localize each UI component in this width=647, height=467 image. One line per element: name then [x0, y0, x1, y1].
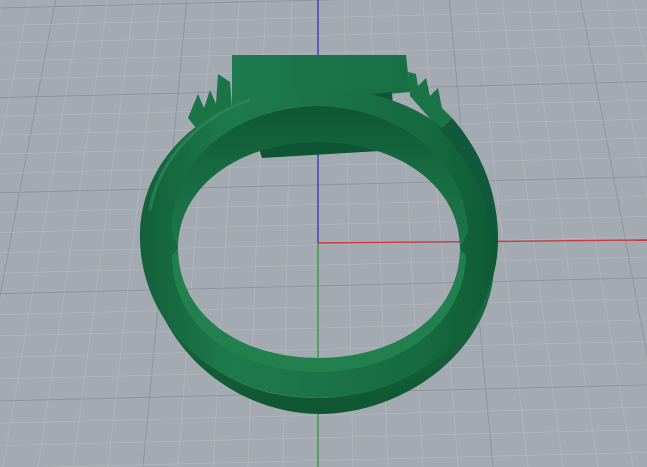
ring-model[interactable]	[139, 55, 499, 414]
grid-line-horizontal	[0, 9, 647, 26]
grid-line-horizontal	[0, 236, 647, 253]
grid-line-horizontal	[43, 452, 647, 467]
grid-line-horizontal	[0, 176, 647, 194]
grid-line-horizontal	[0, 196, 647, 213]
grid-line-horizontal	[0, 26, 647, 44]
grid-line-horizontal	[0, 156, 647, 174]
grid-line-horizontal	[0, 298, 647, 315]
grid-line-horizontal	[0, 0, 342, 9]
grid-line-horizontal	[0, 340, 647, 358]
grid-line-horizontal	[0, 256, 647, 274]
grid-line-horizontal	[0, 216, 647, 233]
3d-viewport[interactable]	[0, 0, 647, 467]
grid-line-horizontal	[0, 429, 647, 446]
viewport-canvas[interactable]	[0, 0, 647, 467]
grid-line-horizontal	[0, 319, 647, 337]
